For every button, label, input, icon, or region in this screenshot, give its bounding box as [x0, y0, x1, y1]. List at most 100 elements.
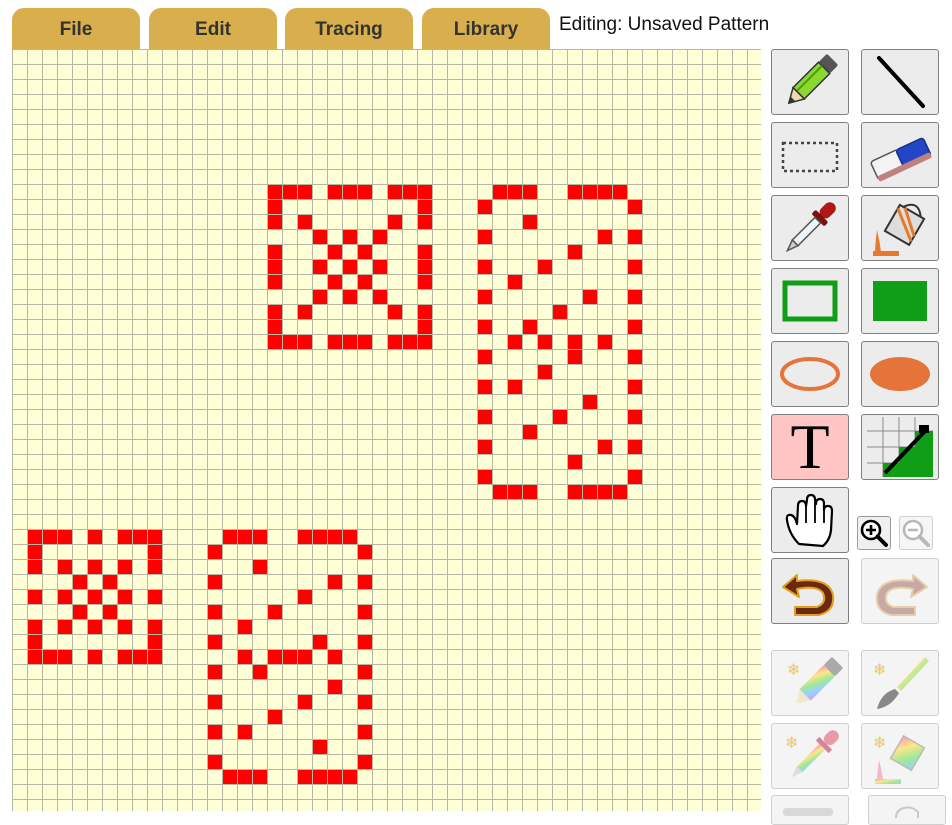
stitch-cell — [508, 380, 522, 394]
ellipse-outline-tool[interactable] — [771, 341, 849, 407]
stitch-cell — [583, 185, 597, 199]
eyedropper-icon — [785, 202, 836, 253]
tab-tracing[interactable]: Tracing — [285, 8, 413, 49]
redo-button[interactable] — [861, 558, 939, 624]
rainbow-tool-icon — [783, 808, 833, 816]
rainbow-eyedropper-tool[interactable]: ❄ — [771, 723, 849, 789]
zoom-out-button[interactable] — [899, 516, 933, 550]
stitch-cell — [268, 245, 282, 259]
stitch-cell — [28, 590, 42, 604]
stitch-cell — [388, 335, 402, 349]
stitch-cell — [238, 650, 252, 664]
stitch-cell — [328, 650, 342, 664]
stitch-cell — [598, 335, 612, 349]
rainbow-brush-tool[interactable]: ❄ — [861, 650, 939, 716]
fill-tool[interactable] — [861, 195, 939, 261]
stitch-cell — [88, 650, 102, 664]
line-icon — [877, 56, 925, 108]
eraser-tool[interactable] — [861, 122, 939, 188]
pencil-tool[interactable] — [771, 49, 849, 115]
stitch-cell — [478, 350, 492, 364]
stitch-cell — [583, 395, 597, 409]
ellipse-filled-tool[interactable] — [861, 341, 939, 407]
zoom-in-button[interactable] — [857, 516, 891, 550]
stitch-cell — [508, 275, 522, 289]
stitch-cell — [343, 530, 357, 544]
stitch-cell — [343, 230, 357, 244]
stitch-cell — [253, 665, 267, 679]
stitch-cell — [313, 230, 327, 244]
stitch-cell — [328, 530, 342, 544]
stitch-cell — [478, 380, 492, 394]
stitch-cell — [283, 335, 297, 349]
pattern-canvas[interactable] — [12, 49, 761, 811]
tab-file[interactable]: File — [12, 8, 140, 49]
stitch-cell — [118, 650, 132, 664]
svg-text:❄: ❄ — [787, 662, 800, 679]
zoom-out-icon — [902, 519, 930, 547]
stitch-cell — [388, 185, 402, 199]
stitch-cell — [478, 290, 492, 304]
stitch-cell — [208, 695, 222, 709]
rainbow-fill-tool[interactable]: ❄ — [861, 723, 939, 789]
stitch-cell — [73, 605, 87, 619]
stitch-cell — [313, 635, 327, 649]
stitch-cell — [538, 260, 552, 274]
stitch-cell — [478, 320, 492, 334]
tab-edit-label: Edit — [195, 18, 231, 40]
stitch-cell — [553, 410, 567, 424]
stitch-cell — [373, 230, 387, 244]
more-tool-right[interactable] — [868, 795, 946, 825]
stitch-cell — [328, 575, 342, 589]
stitch-cell — [268, 305, 282, 319]
stitch-cell — [73, 575, 87, 589]
stitch-cell — [58, 590, 72, 604]
ellipse-outline-icon — [780, 357, 840, 391]
stitch-cell — [418, 245, 432, 259]
stitch-cell — [268, 335, 282, 349]
line-tool[interactable] — [861, 49, 939, 115]
stitch-cell — [418, 320, 432, 334]
stitch-line-tool[interactable] — [861, 414, 939, 480]
stitch-cell — [568, 485, 582, 499]
undo-button[interactable] — [771, 558, 849, 624]
rectangle-outline-tool[interactable] — [771, 268, 849, 334]
tab-library[interactable]: Library — [422, 8, 550, 49]
stitch-cell — [328, 245, 342, 259]
stitch-cell — [628, 350, 642, 364]
rainbow-pencil-tool[interactable]: ❄ — [771, 650, 849, 716]
stitch-cell — [118, 530, 132, 544]
tab-tracing-label: Tracing — [315, 18, 383, 40]
stitch-cell — [598, 185, 612, 199]
rectangle-filled-tool[interactable] — [861, 268, 939, 334]
stitch-cell — [493, 185, 507, 199]
stitch-cell — [268, 260, 282, 274]
stitch-cell — [103, 605, 117, 619]
tab-edit[interactable]: Edit — [149, 8, 277, 49]
pencil-icon — [787, 54, 838, 105]
stitch-cell — [148, 620, 162, 634]
eyedropper-tool[interactable] — [771, 195, 849, 261]
rainbow-eyedropper-icon: ❄ — [785, 730, 839, 778]
stitch-layer — [28, 185, 642, 784]
stitch-cell — [298, 530, 312, 544]
stitch-cell — [523, 215, 537, 229]
pan-tool[interactable] — [771, 487, 849, 553]
stitch-cell — [598, 230, 612, 244]
stitch-cell — [568, 350, 582, 364]
stitch-cell — [418, 275, 432, 289]
stitch-cell — [523, 425, 537, 439]
stitch-cell — [148, 530, 162, 544]
stitch-cell — [58, 530, 72, 544]
stitch-cell — [253, 530, 267, 544]
more-tool-left[interactable] — [771, 795, 849, 825]
text-tool[interactable]: T — [771, 414, 849, 480]
stitch-cell — [298, 215, 312, 229]
svg-text:❄: ❄ — [785, 735, 798, 752]
stitch-cell — [343, 290, 357, 304]
select-tool[interactable] — [771, 122, 849, 188]
tab-library-label: Library — [453, 18, 519, 40]
stitch-cell — [343, 770, 357, 784]
stitch-cell — [523, 320, 537, 334]
stitch-cell — [208, 545, 222, 559]
